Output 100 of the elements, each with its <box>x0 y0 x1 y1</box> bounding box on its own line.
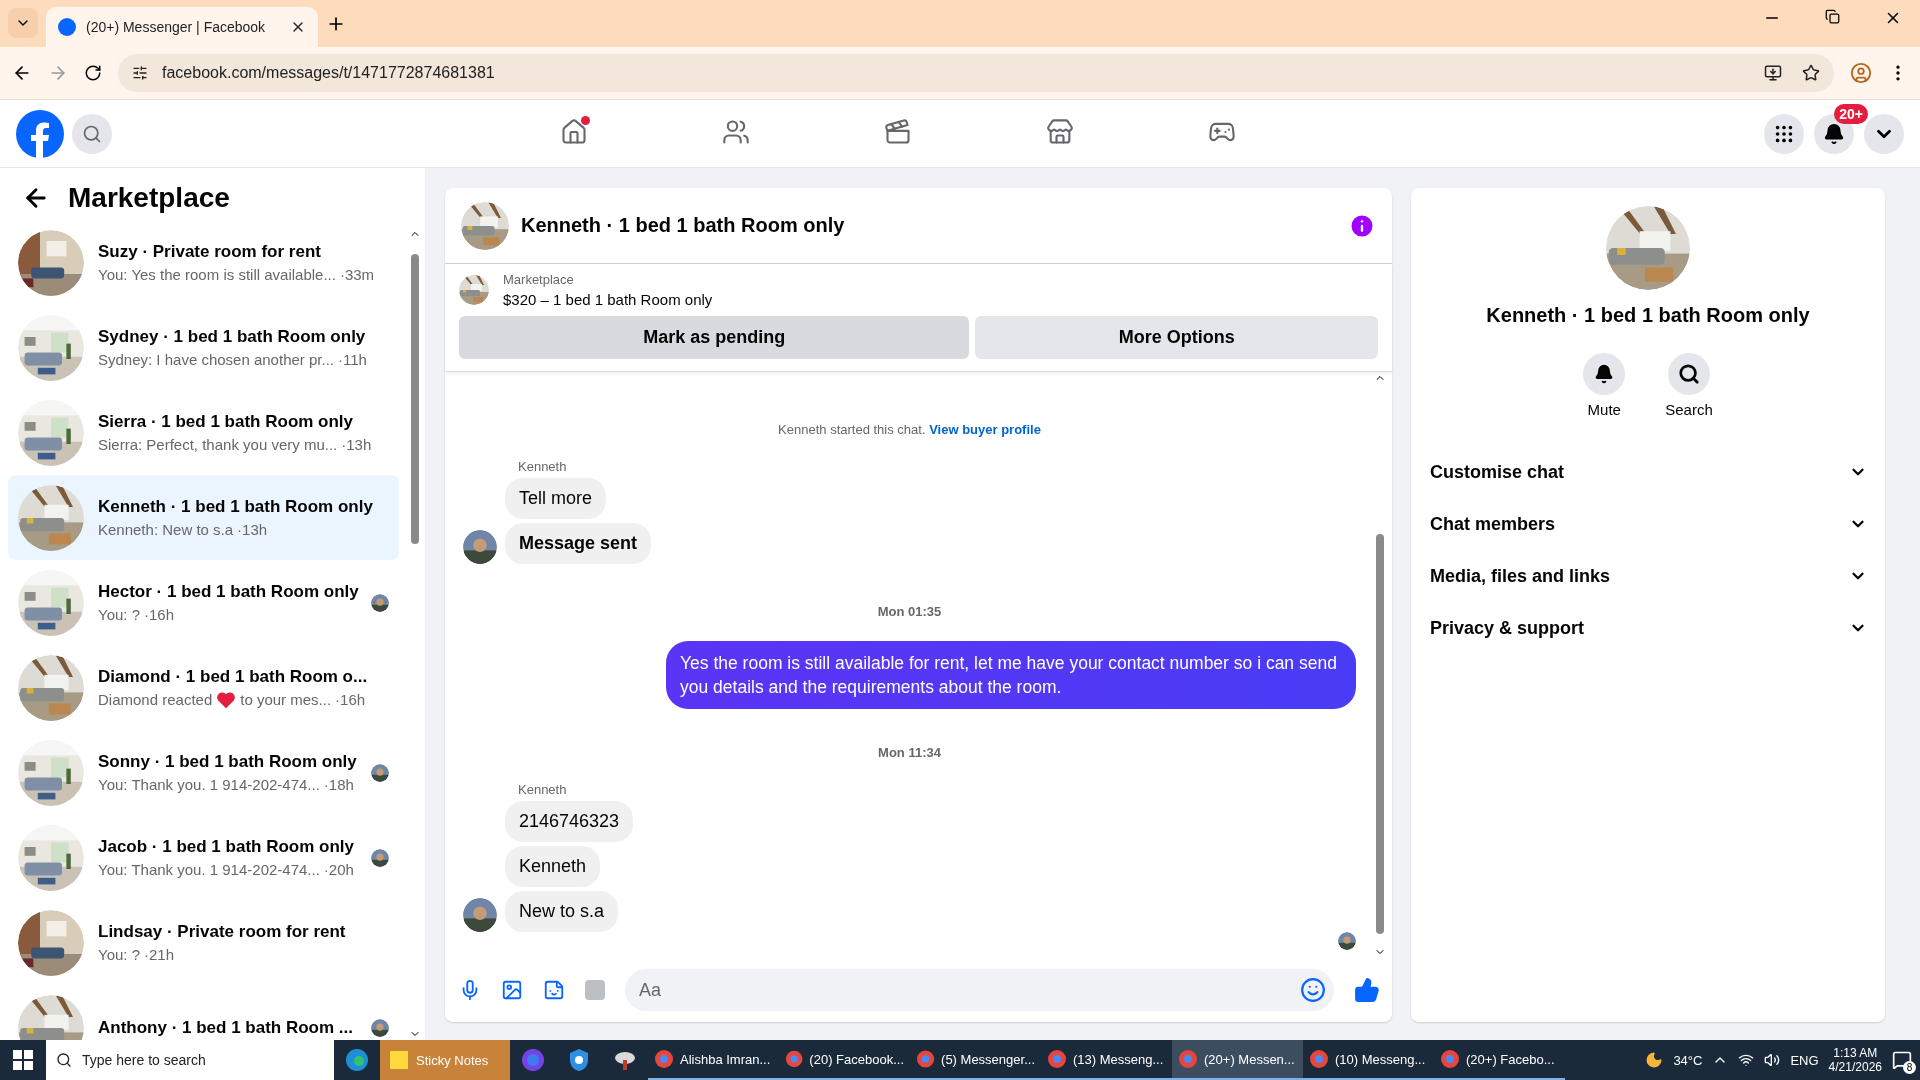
taskbar-window[interactable]: (20) Facebook... <box>779 1040 910 1080</box>
message-time: ·18h <box>323 776 354 793</box>
store-icon <box>1046 118 1074 146</box>
emoji-icon[interactable] <box>1300 977 1326 1003</box>
like-icon[interactable] <box>1354 977 1380 1003</box>
reload-icon[interactable] <box>84 64 102 82</box>
conversation-item[interactable]: Diamond · 1 bed 1 bath Room o... Diamond reacted to your mes... ·16h <box>8 645 399 730</box>
network-icon[interactable] <box>1738 1052 1755 1068</box>
conversation-item[interactable]: Hector · 1 bed 1 bath Room only You: ? ·16h <box>8 560 399 645</box>
conversation-item[interactable]: Jacob · 1 bed 1 bath Room only You: Thank you. 1 914-202-474... ·20h <box>8 815 399 900</box>
sender-name: Kenneth <box>517 782 568 797</box>
note-icon <box>390 1051 408 1069</box>
sidebar-title: Marketplace <box>68 182 230 214</box>
system-message: Kenneth started this chat. View buyer profile <box>777 422 1042 437</box>
facebook-logo[interactable] <box>16 109 64 158</box>
conversation-item[interactable]: Kenneth · 1 bed 1 bath Room only Kenneth: New to s.a ·13h <box>8 475 399 560</box>
message-preview: Kenneth: New to s.a <box>98 521 234 538</box>
taskbar-window[interactable]: Alishba Imran... <box>648 1040 779 1080</box>
message-preview: You: Thank you. 1 914-202-474... <box>98 776 320 793</box>
message-time: ·20h <box>323 861 354 878</box>
conversation-item[interactable]: Sonny · 1 bed 1 bath Room only You: Thank you. 1 914-202-474... ·18h <box>8 730 399 815</box>
conversation-item[interactable]: Sydney · 1 bed 1 bath Room only Sydney: I have chosen another pr... ·11h <box>8 305 399 390</box>
browser-tab[interactable]: (20+) Messenger | Facebook <box>46 7 318 47</box>
image-icon[interactable] <box>501 979 523 1001</box>
search-icon <box>82 123 102 144</box>
install-icon[interactable] <box>1764 64 1782 82</box>
contact-name: Kenneth · 1 bed 1 bath Room only <box>1486 304 1810 327</box>
heart-icon <box>216 690 237 709</box>
restore-icon[interactable] <box>1825 8 1840 24</box>
browser-icon <box>1309 1049 1329 1069</box>
conversation-title: Sonny · 1 bed 1 bath Room only <box>98 752 357 772</box>
address-bar[interactable]: facebook.com/messages/t/1471772874681381 <box>118 54 1834 92</box>
message-time: ·13h <box>237 521 268 538</box>
message-preview: Sydney: I have chosen another pr... <box>98 351 334 368</box>
conversation-title: Sydney · 1 bed 1 bath Room only <box>98 327 367 347</box>
site-settings-icon[interactable] <box>132 65 148 81</box>
search-icon <box>56 1052 72 1068</box>
conversation-item[interactable]: Lindsay · Private room for rent You: ? ·21h <box>8 900 399 985</box>
conversation-item[interactable]: Suzy · Private room for rent You: Yes the room is still available... ·33m <box>8 220 399 305</box>
temperature: 34°C <box>1673 1052 1703 1068</box>
browser-icon <box>654 1049 674 1069</box>
message-bubble: Yes the room is still available for rent, let me have your contact number so i can send you details and the requirements about the room. <box>666 641 1356 709</box>
taskbar-window[interactable]: (10) Messeng... <box>1303 1040 1434 1080</box>
clock-time: 1:13 AM <box>1833 1046 1878 1060</box>
timestamp: Mon 11:34 <box>877 745 942 760</box>
buyer-profile-link[interactable]: View buyer profile <box>929 422 1041 437</box>
conversation-title: Sierra · 1 bed 1 bath Room only <box>98 412 355 432</box>
conversation-title: Kenneth · 1 bed 1 bath Room only <box>98 497 374 517</box>
message-preview: You: ? <box>98 946 140 963</box>
message-time: ·16h <box>335 691 366 708</box>
section-header[interactable]: Customise chat <box>1429 446 1867 498</box>
sender-name: Kenneth <box>517 459 568 474</box>
scrollbar-thumb[interactable] <box>411 254 419 544</box>
message-time: ·33m <box>339 266 375 283</box>
search-button[interactable] <box>1668 353 1710 395</box>
browser-icon <box>1440 1049 1460 1069</box>
account-button[interactable] <box>1864 113 1904 154</box>
clock-date: 4/21/2026 <box>1828 1060 1882 1074</box>
section-header[interactable]: Privacy & support <box>1429 602 1867 654</box>
message-time: ·13h <box>341 436 372 453</box>
message-time: ·16h <box>144 606 175 623</box>
conversation-title: Suzy · Private room for rent <box>98 242 322 262</box>
message-bubble: Message sent <box>505 523 652 564</box>
message-bubble: Tell more <box>505 478 607 519</box>
facebook-icon <box>58 18 76 36</box>
sticker-icon[interactable] <box>543 979 565 1001</box>
section-header[interactable]: Media, files and links <box>1429 550 1867 602</box>
tab-list-button[interactable] <box>8 8 38 38</box>
scrollbar-thumb[interactable] <box>1376 534 1384 934</box>
weather-icon[interactable] <box>1645 1051 1664 1069</box>
section-header[interactable]: Chat members <box>1429 498 1867 550</box>
listing-source: Marketplace <box>503 272 575 287</box>
message-field[interactable]: Aa <box>625 969 1334 1011</box>
message-preview: You: ? <box>98 606 140 623</box>
menu-button[interactable] <box>1764 113 1804 154</box>
message-bubble: New to s.a <box>505 891 619 932</box>
notification-count: 8 <box>1903 1061 1916 1074</box>
home-icon <box>560 118 588 146</box>
bookmark-icon[interactable] <box>1802 64 1820 82</box>
message-preview: to your mes... <box>240 691 332 708</box>
taskbar-search[interactable]: Type here to search <box>46 1040 334 1080</box>
chat-title: Kenneth · 1 bed 1 bath Room only <box>521 214 846 237</box>
video-icon <box>884 118 912 146</box>
mute-button[interactable] <box>1583 353 1626 395</box>
message-preview: Sierra: Perfect, thank you very mu... <box>98 436 338 453</box>
conversation-title: Anthony · 1 bed 1 bath Room ... <box>98 1017 354 1038</box>
taskbar-window[interactable]: (20+) Facebo... <box>1434 1040 1565 1080</box>
profile-icon[interactable] <box>1850 62 1872 84</box>
conversation-title: Lindsay · Private room for rent <box>98 922 347 942</box>
taskbar-window[interactable]: (5) Messenger... <box>910 1040 1041 1080</box>
browser-icon <box>916 1049 936 1069</box>
action-button[interactable]: Mark as pending <box>459 316 970 359</box>
volume-icon[interactable] <box>1764 1052 1781 1068</box>
action-label: Mute <box>1587 401 1621 418</box>
timestamp: Mon 01:35 <box>876 604 943 619</box>
taskbar-window[interactable]: (20+) Messen... <box>1172 1040 1303 1080</box>
conversation-item[interactable]: Sierra · 1 bed 1 bath Room only Sierra: Perfect, thank you very mu... ·13h <box>8 390 399 475</box>
language[interactable]: ENG <box>1790 1052 1819 1068</box>
action-button[interactable]: More Options <box>975 316 1378 359</box>
browser-icon <box>1047 1049 1067 1069</box>
